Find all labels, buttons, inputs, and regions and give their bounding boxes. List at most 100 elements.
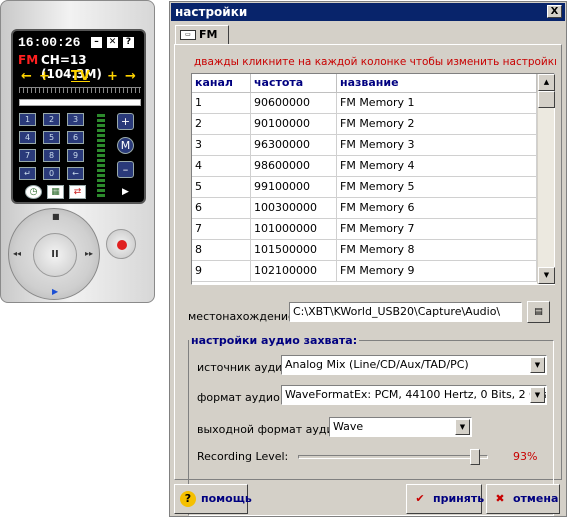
table-row[interactable]: 3 96300000 FM Memory 3 [192, 135, 537, 156]
table-row[interactable]: 5 99100000 FM Memory 5 [192, 177, 537, 198]
minus-button[interactable]: – [117, 161, 134, 178]
table-row[interactable]: 4 98600000 FM Memory 4 [192, 156, 537, 177]
plus-button[interactable]: + [117, 113, 134, 130]
table-cell[interactable]: FM Memory 4 [337, 156, 537, 177]
keypad-key[interactable]: 7 [19, 149, 36, 162]
chevron-down-icon[interactable]: ▼ [455, 419, 470, 435]
chevron-down-icon[interactable]: ▼ [530, 387, 545, 403]
table-cell[interactable]: FM Memory 7 [337, 219, 537, 240]
chevron-down-icon[interactable]: ▼ [530, 357, 545, 373]
table-cell[interactable]: FM Memory 1 [337, 93, 537, 114]
column-header[interactable]: канал [192, 74, 251, 93]
table-row[interactable]: 7 101000000 FM Memory 7 [192, 219, 537, 240]
output-format-select[interactable]: Wave ▼ [329, 417, 472, 437]
location-field[interactable]: C:\XBT\KWorld_USB20\Capture\Audio\ [289, 302, 522, 322]
scroll-down-icon[interactable]: ▼ [538, 267, 555, 284]
table-cell[interactable]: FM Memory 5 [337, 177, 537, 198]
table-cell[interactable]: 101500000 [251, 240, 337, 261]
tuning-scale [19, 87, 141, 93]
output-format-label: выходной формат аудио [197, 423, 341, 436]
table-row[interactable]: 2 90100000 FM Memory 2 [192, 114, 537, 135]
pause-button[interactable]: II [33, 233, 77, 277]
tv-remote-widget: 16:00:26 – ✕ ? FM CH=13 (104.3M) ← + TV … [0, 0, 155, 303]
table-cell[interactable]: 102100000 [251, 261, 337, 282]
keypad-key[interactable]: 1 [19, 113, 36, 126]
table-cell[interactable]: 6 [192, 198, 251, 219]
keypad-key[interactable]: ← [67, 167, 84, 180]
table-cell[interactable]: 9 [192, 261, 251, 282]
recording-level-thumb[interactable] [469, 449, 480, 465]
close-icon: ✖ [495, 492, 505, 505]
table-cell[interactable]: 8 [192, 240, 251, 261]
table-cell[interactable]: 100300000 [251, 198, 337, 219]
swap-icon[interactable]: ⇄ [69, 185, 86, 199]
rewind-icon[interactable]: ◂◂ [13, 249, 21, 258]
table-cell[interactable]: FM Memory 8 [337, 240, 537, 261]
pointer-icon[interactable]: ▶ [117, 185, 134, 199]
table-cell[interactable]: FM Memory 3 [337, 135, 537, 156]
column-header[interactable]: название [337, 74, 537, 93]
cancel-button[interactable]: ✖ отмена [486, 484, 560, 514]
table-cell[interactable]: FM Memory 6 [337, 198, 537, 219]
next-channel-button[interactable]: → [125, 69, 136, 84]
tab-fm[interactable]: ▭ FM [175, 25, 229, 45]
prev-channel-button[interactable]: ← [21, 69, 32, 84]
table-row[interactable]: 1 90600000 FM Memory 1 [192, 93, 537, 114]
close-button[interactable]: ✕ [107, 37, 118, 48]
keypad-key[interactable]: 9 [67, 149, 84, 162]
volume-up-button[interactable]: + [107, 69, 118, 84]
table-cell[interactable]: 2 [192, 114, 251, 135]
audio-format-value: WaveFormatEx: PCM, 44100 Hertz, 0 Bits, … [285, 388, 547, 401]
dialog-close-button[interactable]: X [547, 5, 562, 18]
memory-button[interactable]: M [117, 137, 134, 154]
minimize-button[interactable]: – [91, 37, 102, 48]
table-cell[interactable]: 3 [192, 135, 251, 156]
browse-folder-button[interactable]: ▤ [527, 301, 550, 323]
table-row[interactable]: 6 100300000 FM Memory 6 [192, 198, 537, 219]
table-cell[interactable]: 5 [192, 177, 251, 198]
audio-format-select[interactable]: WaveFormatEx: PCM, 44100 Hertz, 0 Bits, … [281, 385, 547, 405]
keypad-key[interactable]: 5 [43, 131, 60, 144]
ok-button[interactable]: ✔ принять [406, 484, 484, 514]
channel-up-button[interactable]: + [39, 69, 50, 84]
stop-icon[interactable]: ■ [52, 212, 60, 221]
navigation-dial[interactable]: ■ ◂◂ ▸▸ ▶ II [8, 208, 100, 300]
table-cell[interactable]: FM Memory 9 [337, 261, 537, 282]
table-cell[interactable]: 96300000 [251, 135, 337, 156]
help-button[interactable]: ? помощь [174, 484, 252, 514]
keypad-key[interactable]: ↵ [19, 167, 36, 180]
help-icon[interactable]: ? [123, 37, 134, 48]
table-cell[interactable]: 98600000 [251, 156, 337, 177]
scroll-thumb[interactable] [538, 91, 555, 108]
forward-icon[interactable]: ▸▸ [85, 249, 93, 258]
table-cell[interactable]: 7 [192, 219, 251, 240]
play-icon[interactable]: ▶ [52, 287, 58, 296]
table-row[interactable]: 9 102100000 FM Memory 9 [192, 261, 537, 282]
table-cell[interactable]: 90100000 [251, 114, 337, 135]
table-cell[interactable]: FM Memory 2 [337, 114, 537, 135]
record-button[interactable] [106, 229, 136, 259]
table-scrollbar[interactable]: ▲ ▼ [537, 74, 555, 284]
keypad-key[interactable]: 6 [67, 131, 84, 144]
table-cell[interactable]: 4 [192, 156, 251, 177]
keypad-key[interactable]: 3 [67, 113, 84, 126]
recording-level-track[interactable] [298, 455, 488, 459]
schedule-icon[interactable]: ▦ [47, 185, 64, 199]
keypad-key[interactable]: 4 [19, 131, 36, 144]
band-indicator: FM [18, 53, 39, 67]
tuning-slider[interactable] [19, 99, 141, 106]
column-header[interactable]: частота [251, 74, 337, 93]
table-cell[interactable]: 90600000 [251, 93, 337, 114]
audio-source-select[interactable]: Analog Mix (Line/CD/Aux/TAD/PC) ▼ [281, 355, 547, 375]
keypad-key[interactable]: 2 [43, 113, 60, 126]
keypad-key[interactable]: 8 [43, 149, 60, 162]
table-row[interactable]: 8 101500000 FM Memory 8 [192, 240, 537, 261]
scroll-up-icon[interactable]: ▲ [538, 74, 555, 91]
clock-icon[interactable]: ◷ [25, 185, 42, 199]
keypad-key[interactable]: 0 [43, 167, 60, 180]
table-cell[interactable]: 99100000 [251, 177, 337, 198]
mode-tv-button[interactable]: TV [71, 69, 90, 84]
channel-table[interactable]: канал частота название 1 90600000 FM Memory … [191, 73, 555, 285]
table-cell[interactable]: 1 [192, 93, 251, 114]
table-cell[interactable]: 101000000 [251, 219, 337, 240]
